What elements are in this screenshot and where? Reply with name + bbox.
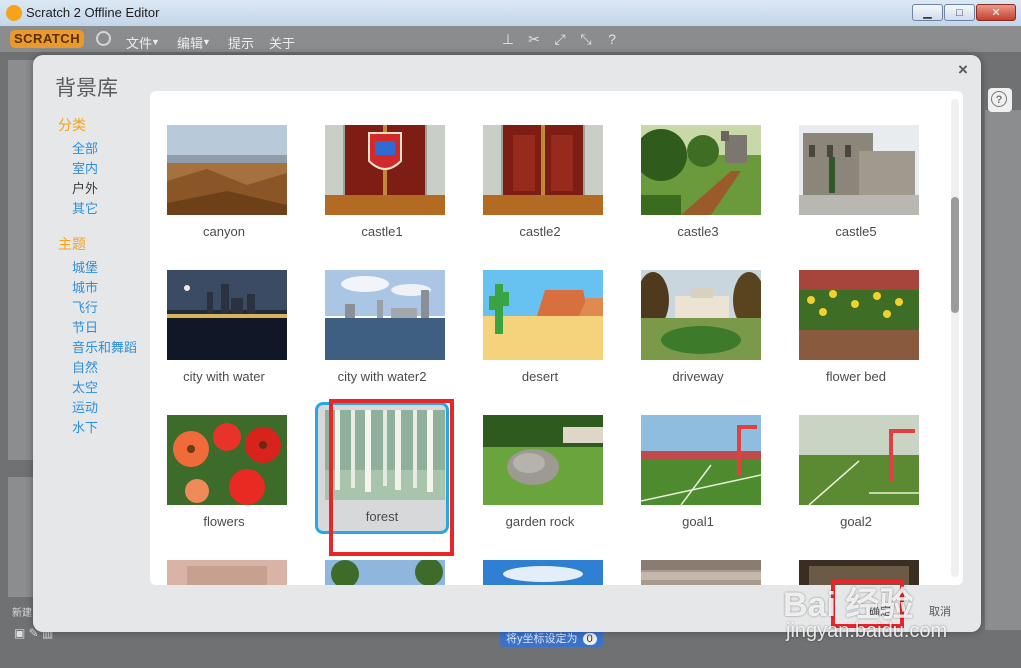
menu-about[interactable]: 关于 bbox=[269, 33, 295, 52]
baidu-watermark-url: jingyan.baidu.com bbox=[786, 620, 948, 642]
backdrop-name: flower bed bbox=[826, 369, 886, 384]
backdrop-name: city with water bbox=[183, 369, 265, 384]
shrink-icon[interactable]: ⤡ bbox=[578, 31, 594, 47]
backdrop-thumbnail bbox=[483, 125, 603, 215]
backdrop-name: driveway bbox=[672, 369, 724, 384]
backdrop-tile-garden-rock[interactable]: garden rock bbox=[473, 407, 607, 539]
backdrop-name: castle3 bbox=[677, 224, 719, 239]
window-title: Scratch 2 Offline Editor bbox=[26, 5, 160, 20]
dialog-close-icon[interactable]: × bbox=[958, 60, 968, 80]
backdrop-tile-partial[interactable] bbox=[157, 552, 291, 585]
highlight-forest-box bbox=[329, 399, 454, 556]
backdrop-name: city with water2 bbox=[337, 369, 427, 384]
delete-scissors-icon[interactable]: ✂ bbox=[526, 31, 542, 47]
backdrop-tile-partial[interactable] bbox=[473, 552, 607, 585]
backdrop-tile-city-with-water2[interactable]: city with water2 bbox=[315, 262, 449, 394]
backdrop-thumbnail bbox=[167, 270, 287, 360]
backdrop-thumbnail bbox=[641, 270, 761, 360]
backdrop-name: castle1 bbox=[361, 224, 403, 239]
backdrop-tile-partial[interactable] bbox=[315, 552, 449, 585]
grid-scrollbar-thumb[interactable] bbox=[951, 197, 959, 313]
menu-file[interactable]: 文件 bbox=[126, 33, 152, 52]
backdrop-thumbnail bbox=[641, 560, 761, 585]
set-y-block-value[interactable]: 0 bbox=[582, 633, 597, 645]
backdrop-thumbnail bbox=[483, 270, 603, 360]
backdrop-thumbnail bbox=[167, 125, 287, 215]
backdrop-thumbnail bbox=[483, 415, 603, 505]
minimize-button[interactable]: ▁ bbox=[912, 4, 943, 21]
backdrop-name: goal2 bbox=[840, 514, 872, 529]
baidu-watermark-logo: Bai 经验 bbox=[783, 586, 914, 624]
backdrop-thumbnail bbox=[325, 560, 445, 585]
cancel-button[interactable]: 取消 bbox=[929, 603, 951, 619]
backdrop-tile-goal2[interactable]: goal2 bbox=[789, 407, 923, 539]
backdrop-tile-castle1[interactable]: castle1 bbox=[315, 117, 449, 249]
backdrop-name: castle5 bbox=[835, 224, 877, 239]
backdrop-tile-castle2[interactable]: castle2 bbox=[473, 117, 607, 249]
backdrop-thumbnail bbox=[641, 125, 761, 215]
backdrop-thumbnail bbox=[325, 270, 445, 360]
menu-edit[interactable]: 编辑 bbox=[177, 33, 203, 52]
close-window-button[interactable]: ✕ bbox=[976, 4, 1016, 21]
backdrop-name: castle2 bbox=[519, 224, 561, 239]
backdrop-name: goal1 bbox=[682, 514, 714, 529]
block-help-icon[interactable]: ? bbox=[604, 31, 620, 47]
language-globe-icon[interactable] bbox=[96, 31, 111, 46]
backdrop-tile-goal1[interactable]: goal1 bbox=[631, 407, 765, 539]
backdrop-tile-castle3[interactable]: castle3 bbox=[631, 117, 765, 249]
menu-edit-arrow-icon: ▼ bbox=[202, 37, 211, 47]
help-button[interactable]: ? bbox=[988, 88, 1012, 112]
backdrop-thumbnail bbox=[799, 415, 919, 505]
backdrop-thumbnail bbox=[641, 415, 761, 505]
set-y-block-text: 将y坐标设定为 bbox=[506, 633, 578, 645]
dialog-title: 背景库 bbox=[55, 77, 118, 100]
backdrop-grid: canyon castle1 castle2 castle3 castle5 c… bbox=[150, 91, 963, 585]
backdrop-tile-flowers[interactable]: flowers bbox=[157, 407, 291, 539]
scratch-logo[interactable]: SCRATCH bbox=[10, 30, 85, 48]
scripts-panel bbox=[985, 110, 1021, 630]
backdrop-name: canyon bbox=[203, 224, 245, 239]
backdrop-name: garden rock bbox=[505, 514, 575, 529]
backdrop-name: flowers bbox=[203, 514, 245, 529]
backdrop-thumbnail bbox=[799, 270, 919, 360]
backdrop-tile-castle5[interactable]: castle5 bbox=[789, 117, 923, 249]
backdrop-thumbnail bbox=[483, 560, 603, 585]
backdrop-thumbnail bbox=[167, 415, 287, 505]
new-backdrop-label: 新建 bbox=[12, 608, 32, 619]
menu-tips[interactable]: 提示 bbox=[228, 33, 254, 52]
question-icon: ? bbox=[991, 91, 1007, 107]
backdrop-tile-flower-bed[interactable]: flower bed bbox=[789, 262, 923, 394]
backdrop-thumbnail bbox=[799, 125, 919, 215]
menu-file-arrow-icon: ▼ bbox=[151, 37, 160, 47]
scratch-cat-icon bbox=[6, 5, 22, 21]
backdrop-tile-partial[interactable] bbox=[631, 552, 765, 585]
backdrop-tile-canyon[interactable]: canyon bbox=[157, 117, 291, 249]
backdrop-name: desert bbox=[521, 369, 559, 384]
window-titlebar: Scratch 2 Offline Editor ▁ □ ✕ bbox=[0, 0, 1021, 27]
backdrop-tile-city-with-water[interactable]: city with water bbox=[157, 262, 291, 394]
backdrop-tile-driveway[interactable]: driveway bbox=[631, 262, 765, 394]
backdrop-thumbnail bbox=[325, 125, 445, 215]
backdrop-tile-desert[interactable]: desert bbox=[473, 262, 607, 394]
backdrop-library-dialog: 背景库 × 分类 全部 室内 户外 其它 主题 城堡 城市 飞行 节日 音乐和舞… bbox=[33, 55, 981, 632]
maximize-button[interactable]: □ bbox=[944, 4, 975, 21]
grow-icon[interactable]: ⤢ bbox=[552, 31, 568, 47]
duplicate-stamp-icon[interactable]: ⊥ bbox=[500, 31, 516, 47]
backdrop-thumbnail bbox=[167, 560, 287, 585]
grid-scrollbar-track[interactable] bbox=[951, 99, 959, 577]
